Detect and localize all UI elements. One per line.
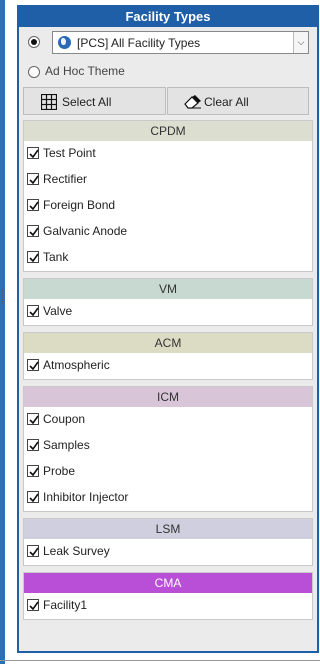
check-icon <box>29 307 39 317</box>
group-cpdm: CPDM Test Point Rectifier Foreign Bond Galva… <box>23 120 313 272</box>
adhoc-theme-label: Ad Hoc Theme <box>45 64 125 78</box>
bottom-divider <box>0 660 320 661</box>
list-item-label: Leak Survey <box>43 544 110 558</box>
checkbox[interactable] <box>27 305 39 317</box>
chevron-down-icon[interactable]: ⌵ <box>293 32 308 53</box>
list-item[interactable]: Galvanic Anode <box>24 219 312 245</box>
group-cma: CMA Facility1 <box>23 572 313 620</box>
eraser-icon <box>184 95 201 109</box>
grid-icon <box>41 94 57 110</box>
panel-body: [PCS] All Facility Types ⌵ Ad Hoc Theme … <box>19 27 317 651</box>
checkbox[interactable] <box>27 251 39 263</box>
panel-title: Facility Types <box>19 7 317 27</box>
check-icon <box>29 441 39 451</box>
checkbox[interactable] <box>27 225 39 237</box>
checkbox[interactable] <box>27 599 39 611</box>
checkbox[interactable] <box>27 173 39 185</box>
predefined-theme-radio[interactable] <box>28 36 40 48</box>
check-icon <box>29 601 39 611</box>
group-header[interactable]: ACM <box>24 333 312 353</box>
checkbox[interactable] <box>27 413 39 425</box>
list-item[interactable]: Coupon <box>24 407 312 433</box>
adhoc-theme-radio[interactable] <box>28 66 40 78</box>
list-item[interactable]: Inhibitor Injector <box>24 485 312 511</box>
checkbox[interactable] <box>27 491 39 503</box>
check-icon <box>29 415 39 425</box>
group-header[interactable]: LSM <box>24 519 312 539</box>
check-icon <box>29 175 39 185</box>
check-icon <box>29 201 39 211</box>
list-item-label: Test Point <box>43 146 96 160</box>
checkbox[interactable] <box>27 545 39 557</box>
list-item-label: Atmospheric <box>43 358 110 372</box>
check-icon <box>29 149 39 159</box>
list-item-label: Galvanic Anode <box>43 224 128 238</box>
list-item[interactable]: Samples <box>24 433 312 459</box>
group-header[interactable]: ICM <box>24 387 312 407</box>
group-acm: ACM Atmospheric <box>23 332 313 380</box>
window-edge <box>0 0 5 664</box>
group-header[interactable]: VM <box>24 279 312 299</box>
list-item-label: Samples <box>43 438 90 452</box>
facility-type-select[interactable]: [PCS] All Facility Types ⌵ <box>52 31 309 54</box>
list-item-label: Rectifier <box>43 172 88 186</box>
group-lsm: LSM Leak Survey <box>23 518 313 566</box>
clear-all-label: Clear All <box>204 95 249 109</box>
list-item[interactable]: Rectifier <box>24 167 312 193</box>
list-item-label: Coupon <box>43 412 86 426</box>
facility-types-panel: Facility Types [PCS] All Facility Types … <box>17 5 319 653</box>
checkbox[interactable] <box>27 465 39 477</box>
check-icon <box>29 547 39 557</box>
list-item-label: Facility1 <box>43 598 88 612</box>
list-item[interactable]: Leak Survey <box>24 539 312 565</box>
list-item-label: Inhibitor Injector <box>43 490 129 504</box>
checkbox[interactable] <box>27 359 39 371</box>
globe-icon <box>58 36 71 49</box>
list-item[interactable]: Probe <box>24 459 312 485</box>
group-header[interactable]: CMA <box>24 573 312 593</box>
list-item[interactable]: Atmospheric <box>24 353 312 379</box>
radio-selected-dot <box>31 39 37 45</box>
list-item-label: Valve <box>43 304 73 318</box>
list-item[interactable]: Tank <box>24 245 312 271</box>
list-item-label: Tank <box>43 250 69 264</box>
list-item-label: Foreign Bond <box>43 198 116 212</box>
list-item[interactable]: Valve <box>24 299 312 325</box>
select-all-button[interactable]: Select All <box>23 87 166 115</box>
select-value: [PCS] All Facility Types <box>77 36 201 50</box>
group-vm: VM Valve <box>23 278 313 326</box>
splitter-handle-left[interactable] <box>2 290 5 304</box>
clear-all-button[interactable]: Clear All <box>167 87 309 115</box>
list-item[interactable]: Test Point <box>24 141 312 167</box>
group-icm: ICM Coupon Samples Probe Inhibitor Injector <box>23 386 313 512</box>
list-item-label: Probe <box>43 464 76 478</box>
check-icon <box>29 253 39 263</box>
list-item[interactable]: Foreign Bond <box>24 193 312 219</box>
list-item[interactable]: Facility1 <box>24 593 312 619</box>
app-frame: Facility Types [PCS] All Facility Types … <box>0 0 320 664</box>
checkbox[interactable] <box>27 199 39 211</box>
checkbox[interactable] <box>27 147 39 159</box>
group-header[interactable]: CPDM <box>24 121 312 141</box>
checkbox[interactable] <box>27 439 39 451</box>
check-icon <box>29 467 39 477</box>
select-all-label: Select All <box>62 95 112 109</box>
check-icon <box>29 493 39 503</box>
check-icon <box>29 361 39 371</box>
check-icon <box>29 227 39 237</box>
